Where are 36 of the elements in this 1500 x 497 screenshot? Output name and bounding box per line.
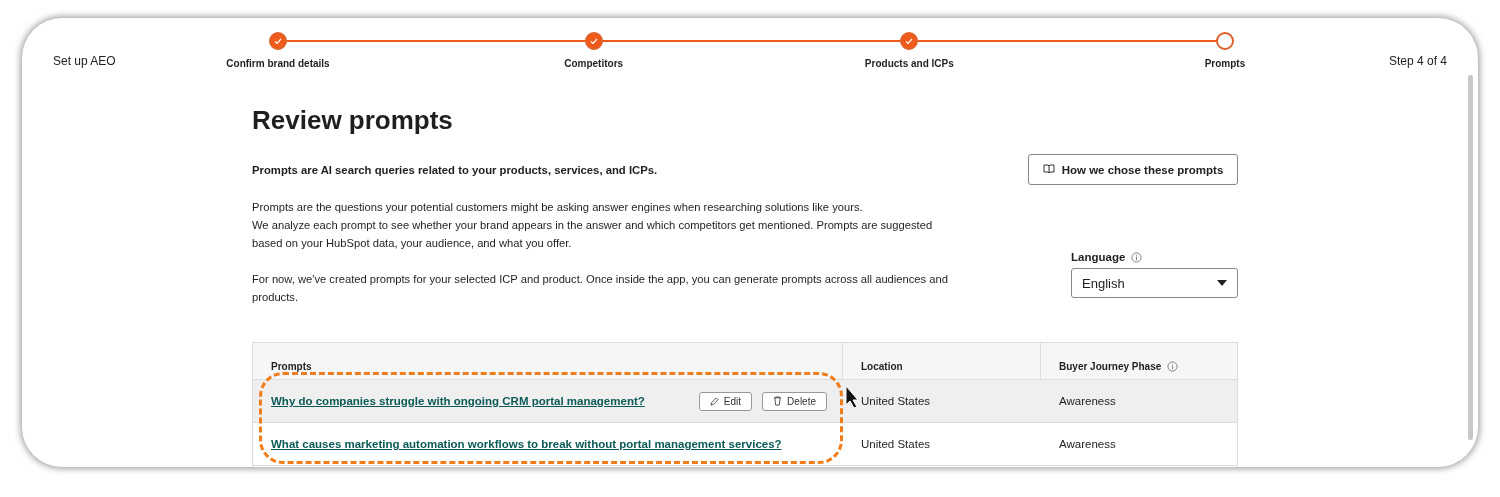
column-header: Location <box>843 343 1041 379</box>
cursor-icon <box>845 385 859 409</box>
step-label: Products and ICPs <box>864 58 954 69</box>
step-label: Prompts <box>1204 58 1246 69</box>
trash-icon <box>773 396 783 406</box>
scrollbar[interactable] <box>1468 75 1473 440</box>
check-icon <box>905 37 914 45</box>
check-icon <box>274 37 282 45</box>
check-icon <box>589 37 598 45</box>
location-text: United States <box>861 438 931 450</box>
edit-button[interactable]: Edit <box>698 391 753 411</box>
phase-text: Awareness <box>1059 395 1116 407</box>
intro-paragraph: Prompts are the questions your potential customers might be asking answer engines when researching solutions like yours. We analyze each prompt to see whether your brand appears in the answer and which competitors get mentioned. Prompts are suggested based on your HubSpot data, your audience, and what you offer. <box>252 200 934 251</box>
pencil-icon <box>709 396 719 406</box>
intro-paragraph: For now, we've created prompts for your selected ICP and product. Once inside the app, you can generate prompts across all audiences and products. <box>252 272 949 305</box>
language-label: Language <box>1071 251 1126 263</box>
prompt-link[interactable]: What causes marketing automation workflows to break without portal management services? <box>271 438 782 450</box>
caret-icon <box>1217 280 1227 286</box>
column-header: Buyer Journey Phase <box>1041 343 1237 379</box>
book-icon <box>1042 164 1055 175</box>
prompt-link[interactable]: Why do companies struggle with ongoing CRM portal management? <box>271 395 645 407</box>
step-label: Competitors <box>564 58 624 69</box>
info-icon <box>1167 361 1179 372</box>
step-label: Confirm brand details <box>226 58 330 69</box>
how-chosen-button[interactable]: How we chose these prompts <box>1028 154 1238 185</box>
phase-text: Awareness <box>1059 438 1116 450</box>
page-title: Review prompts <box>252 105 454 136</box>
delete-button[interactable]: Delete <box>762 391 827 411</box>
language-select[interactable]: English <box>1071 268 1238 298</box>
step-counter: Step 4 of 4 <box>1388 54 1447 68</box>
column-header: Prompts <box>253 343 843 379</box>
table-row[interactable]: Why do companies struggle with ongoing CRM portal management? Edit Delete United States Awareness <box>253 380 1237 423</box>
location-text: United States <box>861 395 931 407</box>
intro-lead: Prompts are AI search queries related to your products, services, and ICPs. <box>252 164 659 176</box>
info-icon <box>1131 251 1143 263</box>
setup-title: Set up AEO <box>53 54 117 68</box>
